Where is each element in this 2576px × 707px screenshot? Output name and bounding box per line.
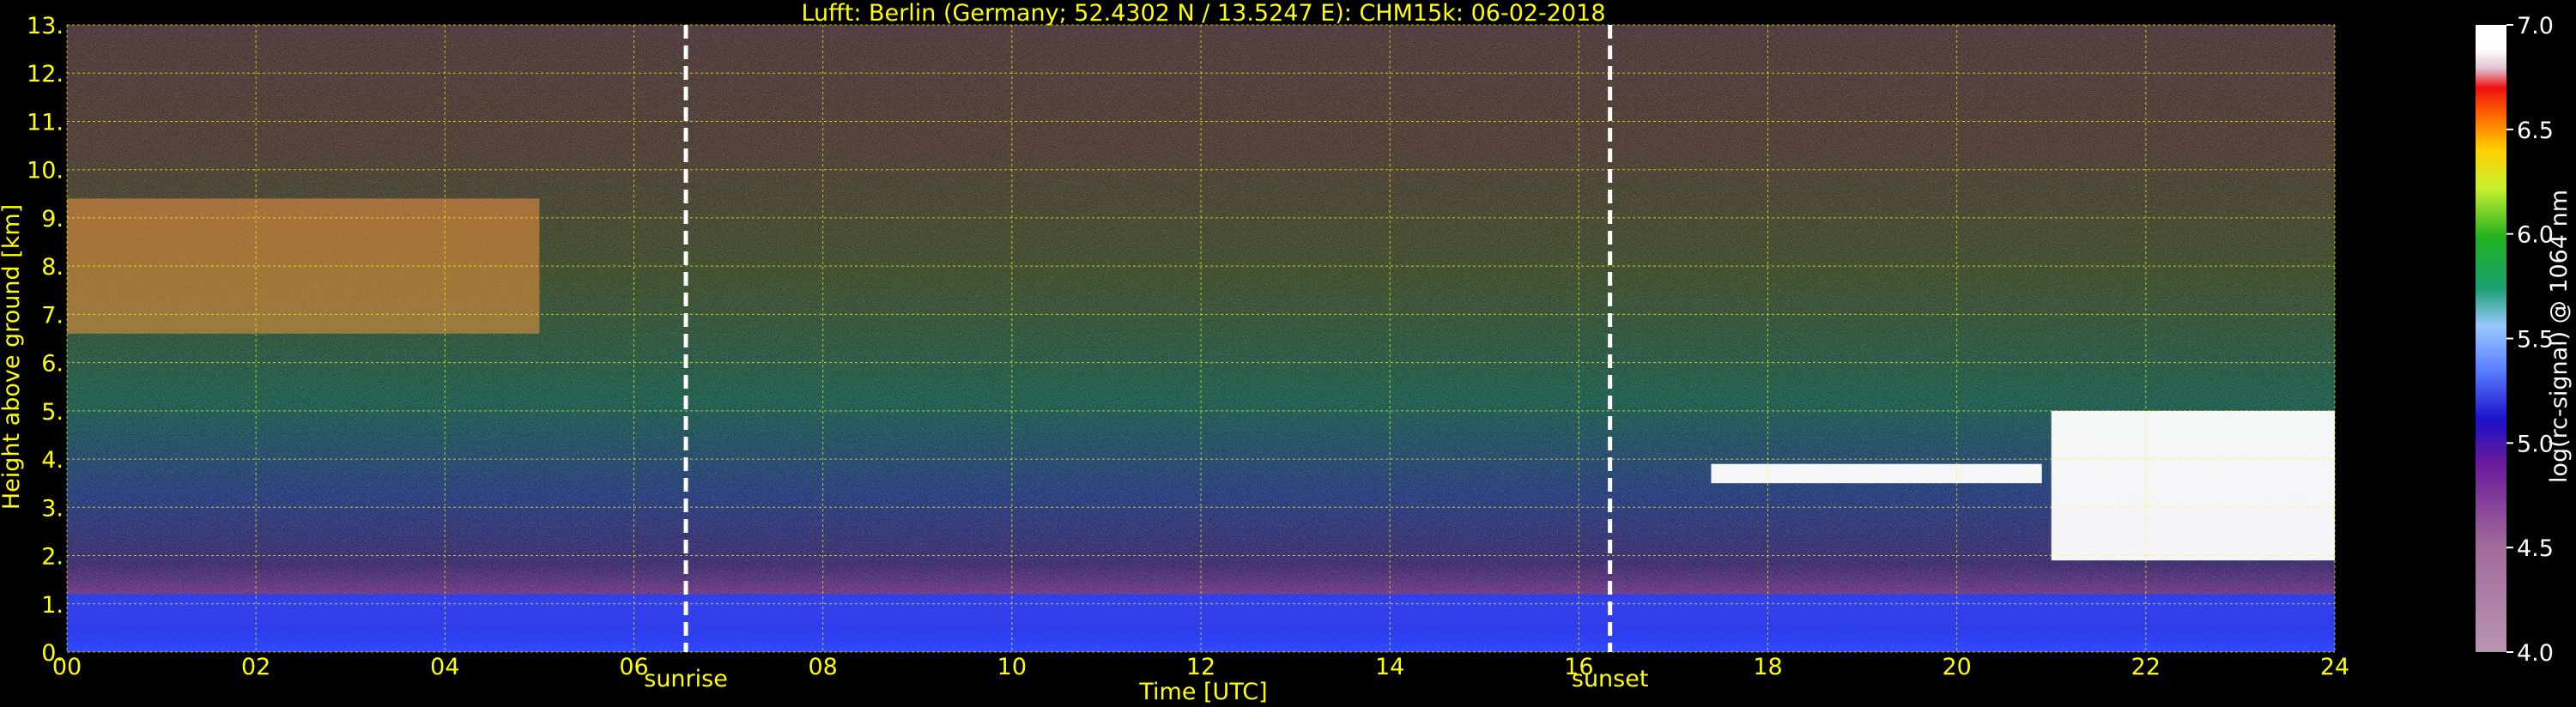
y-tick-label: 3.: [41, 495, 64, 522]
x-tick-label: 14: [1375, 654, 1404, 680]
chart: sunrise sunset 00 02 04 06 08 10 12 14 16 18 20 22 24…: [0, 0, 2573, 705]
y-tick-label: 12.: [27, 61, 64, 88]
sunrise-label: sunrise: [644, 666, 728, 692]
y-axis-ticks: 0. 1. 2. 3. 4. 5. 6. 7. 8. 9. 10. 11. 12. 13.: [27, 13, 64, 667]
x-tick-label: 06: [619, 654, 648, 680]
colorbar: 4.04.55.05.56.06.57.0: [2476, 13, 2554, 667]
x-axis-ticks: 00 02 04 06 08 10 12 14 16 18 20 22 24: [52, 654, 2349, 680]
colorbar-label: log(rc-signal) @ 1064 nm: [2546, 190, 2573, 483]
x-tick-label: 24: [2320, 654, 2349, 680]
y-tick-label: 6.: [41, 351, 64, 378]
x-tick-label: 16: [1564, 654, 1593, 680]
x-tick-label: 18: [1753, 654, 1782, 680]
x-tick-label: 04: [430, 654, 459, 680]
x-axis-label: Time [UTC]: [1138, 679, 1267, 705]
y-tick-label: 4.: [41, 447, 64, 474]
feature-mid-level-cloud: [1711, 463, 2042, 484]
y-tick-label: 11.: [27, 109, 64, 136]
y-tick-label: 5.: [41, 399, 64, 426]
y-tick-label: 2.: [41, 544, 64, 571]
y-tick-label: 9.: [41, 206, 64, 233]
y-tick-label: 0.: [41, 640, 64, 667]
y-tick-label: 8.: [41, 254, 64, 281]
y-tick-label: 13.: [27, 13, 64, 39]
x-tick-label: 08: [808, 654, 837, 680]
feature-cirrus: [67, 198, 540, 334]
x-tick-label: 12: [1186, 654, 1215, 680]
colorbar-tick-label: 4.0: [2517, 640, 2554, 667]
y-tick-label: 7.: [41, 302, 64, 329]
y-tick-label: 10.: [27, 158, 64, 184]
x-tick-label: 02: [241, 654, 270, 680]
y-tick-label: 1.: [41, 592, 64, 619]
x-tick-label: 22: [2131, 654, 2161, 680]
x-tick-label: 20: [1942, 654, 1971, 680]
colorbar-scale: [2476, 25, 2506, 652]
colorbar-tick-label: 7.0: [2517, 13, 2554, 39]
feature-thick-cloud: [2051, 410, 2335, 561]
colorbar-tick-label: 6.5: [2517, 118, 2554, 144]
chart-title: Lufft: Berlin (Germany; 52.4302 N / 13.5…: [801, 0, 1605, 27]
y-axis-label: Height above ground [km]: [0, 204, 25, 510]
x-tick-label: 10: [997, 654, 1027, 680]
colorbar-tick-label: 4.5: [2517, 535, 2554, 562]
